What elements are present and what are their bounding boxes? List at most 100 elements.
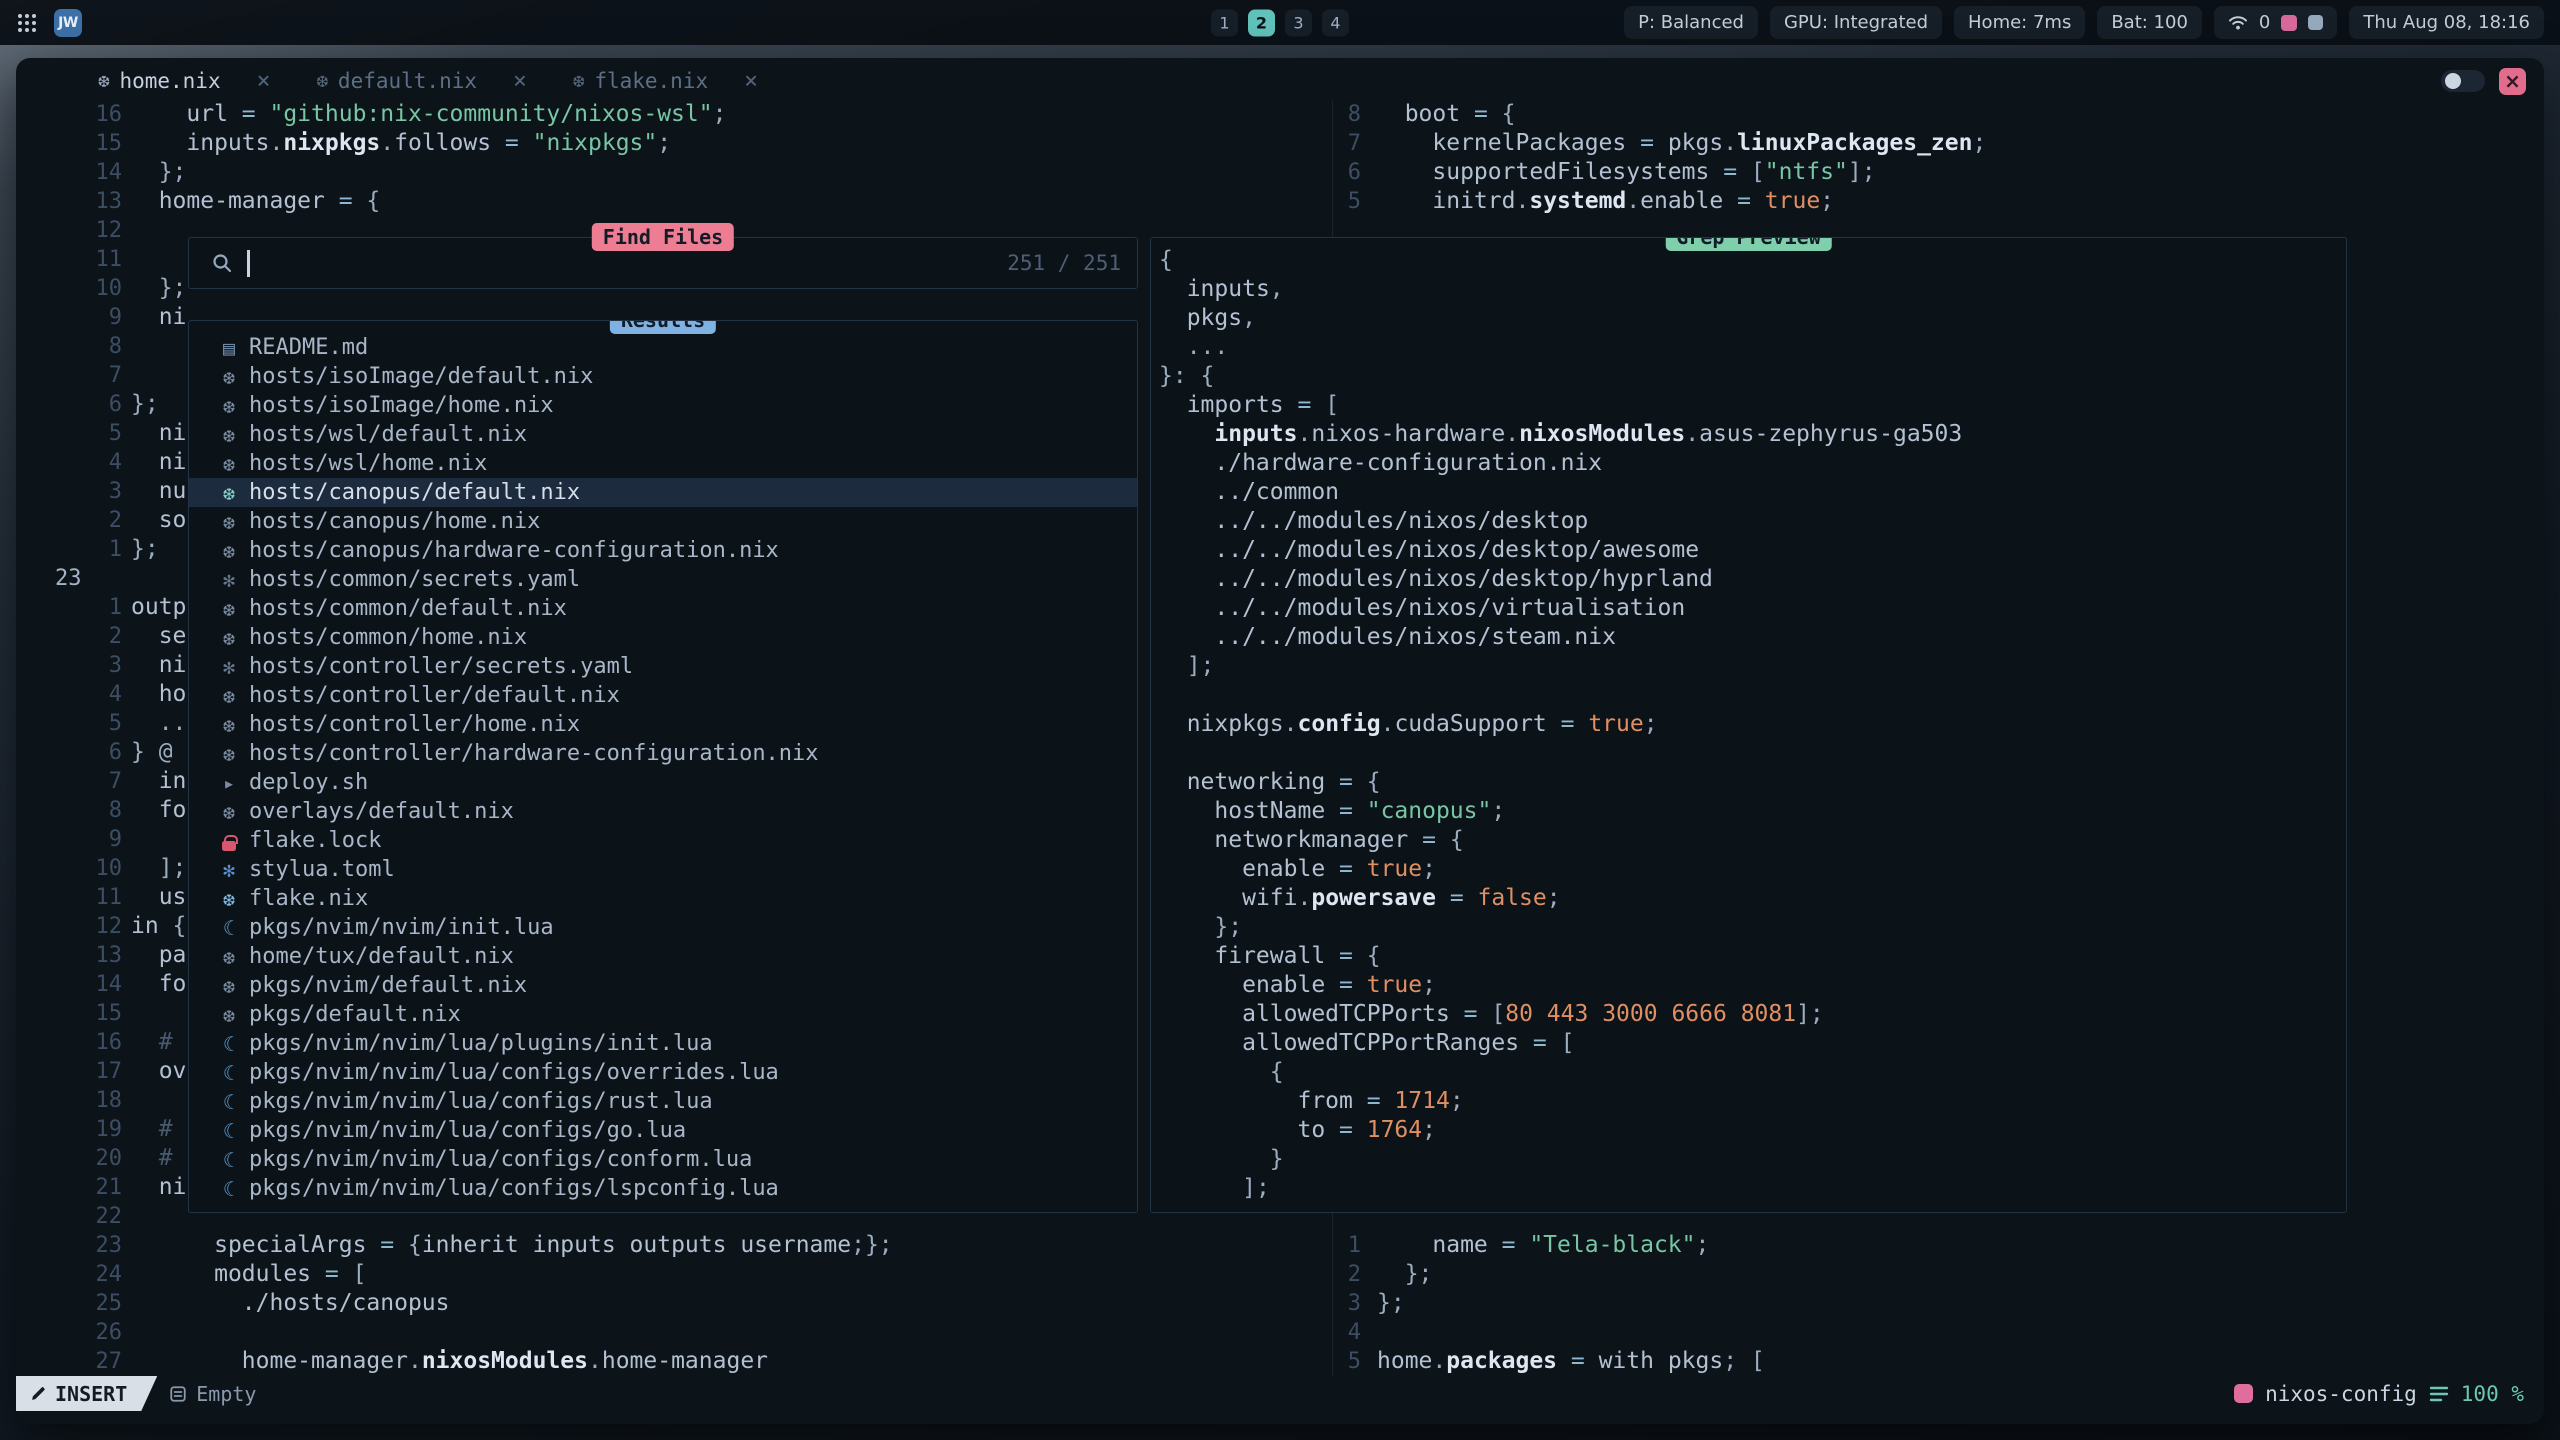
status-segments: P: BalancedGPU: IntegratedHome: 7msBat: …: [1624, 6, 2202, 39]
lua-file-icon: ☾: [217, 1148, 241, 1172]
buffer-icon: [169, 1385, 187, 1403]
result-filename: pkgs/nvim/nvim/lua/plugins/init.lua: [249, 1031, 713, 1056]
toggle-knob: [2445, 73, 2461, 89]
result-item[interactable]: ❆hosts/common/home.nix: [189, 623, 1137, 652]
nix-file-icon: ❆: [217, 365, 241, 389]
nix-file-icon: ❆: [217, 945, 241, 969]
result-item[interactable]: ❆hosts/isoImage/home.nix: [189, 391, 1137, 420]
code-line: [1159, 681, 2346, 710]
workspace-button-2[interactable]: 2: [1248, 9, 1275, 36]
workspace-button-4[interactable]: 4: [1322, 9, 1349, 36]
result-filename: hosts/controller/hardware-configuration.…: [249, 741, 819, 766]
line-number: 3: [16, 651, 122, 680]
result-item[interactable]: ❆hosts/canopus/home.nix: [189, 507, 1137, 536]
result-item[interactable]: ☾pkgs/nvim/nvim/lua/configs/go.lua: [189, 1116, 1137, 1145]
line-number: 15: [16, 999, 122, 1028]
mode-indicator: INSERT: [16, 1376, 157, 1411]
lua-file-icon: ☾: [217, 1119, 241, 1143]
tab-close-icon[interactable]: ×: [513, 68, 527, 94]
result-item[interactable]: ❆pkgs/default.nix: [189, 1000, 1137, 1029]
wifi-icon[interactable]: [2228, 14, 2248, 31]
line-number: 3: [1333, 1289, 1361, 1318]
code-line: ...: [1159, 333, 2346, 362]
result-item[interactable]: ▤README.md: [189, 333, 1137, 362]
text-cursor: [247, 250, 250, 277]
telescope-prompt-window[interactable]: Find Files 251 / 251: [188, 237, 1138, 289]
code-line: inputs.nixos-hardware.nixosModules.asus-…: [1159, 420, 2346, 449]
result-item[interactable]: ☾pkgs/nvim/nvim/lua/plugins/init.lua: [189, 1029, 1137, 1058]
result-item[interactable]: ☾ pkgs/nvim/nvim/init.lua: [189, 913, 1137, 942]
tab-flake.nix[interactable]: ❆flake.nix×: [573, 68, 758, 94]
result-item[interactable]: ❆overlays/default.nix: [189, 797, 1137, 826]
result-item[interactable]: ❆flake.nix: [189, 884, 1137, 913]
code-line: 5home.packages = with pkgs; [: [1333, 1347, 2544, 1376]
line-number: 8: [16, 796, 122, 825]
result-item[interactable]: ✻hosts/controller/secrets.yaml: [189, 652, 1137, 681]
app-launcher-icon[interactable]: [16, 12, 38, 34]
code-line: 3};: [1333, 1289, 2544, 1318]
code-line: ../common: [1159, 478, 2346, 507]
result-filename: README.md: [249, 335, 368, 360]
lua-file-icon: ☾: [217, 916, 241, 940]
result-item[interactable]: ☾pkgs/nvim/nvim/lua/configs/lspconfig.lu…: [189, 1174, 1137, 1203]
line-number: 4: [1333, 1318, 1361, 1347]
result-item[interactable]: ❆hosts/common/default.nix: [189, 594, 1137, 623]
nix-file-icon: ❆: [217, 684, 241, 708]
project-icon: [2234, 1384, 2253, 1403]
result-item[interactable]: ☾pkgs/nvim/nvim/lua/configs/overrides.lu…: [189, 1058, 1137, 1087]
code-line: 1 name = "Tela-black";: [1333, 1231, 2544, 1260]
tray-pink-icon[interactable]: [2281, 15, 2297, 31]
result-filename: hosts/wsl/home.nix: [249, 451, 487, 476]
result-item[interactable]: ☾pkgs/nvim/nvim/lua/configs/conform.lua: [189, 1145, 1137, 1174]
result-item[interactable]: ❆home/tux/default.nix: [189, 942, 1137, 971]
gearb-file-icon: ✻: [217, 858, 241, 882]
tab-close-icon[interactable]: ×: [257, 68, 271, 94]
result-item[interactable]: ❆hosts/canopus/default.nix: [189, 478, 1137, 507]
tab-home.nix[interactable]: ❆home.nix×: [98, 68, 270, 94]
workspace-button-3[interactable]: 3: [1285, 9, 1312, 36]
result-item[interactable]: ☾pkgs/nvim/nvim/lua/configs/rust.lua: [189, 1087, 1137, 1116]
logo-badge[interactable]: JW: [54, 9, 82, 37]
code-line: 6 supportedFilesystems = ["ntfs"];: [1333, 158, 2544, 187]
toggle-switch[interactable]: [2441, 70, 2485, 92]
result-item[interactable]: flake.lock: [189, 826, 1137, 855]
result-item[interactable]: ❆ hosts/canopus/hardware-configuration.ni…: [189, 536, 1137, 565]
code-line: allowedTCPPortRanges = [: [1159, 1029, 2346, 1058]
result-item[interactable]: ✻stylua.toml: [189, 855, 1137, 884]
line-number: 2: [16, 506, 122, 535]
result-item[interactable]: ▸deploy.sh: [189, 768, 1137, 797]
line-number: 26: [16, 1318, 122, 1347]
statusbar-right: nixos-config 100 %: [2234, 1382, 2544, 1406]
nix-file-icon: ❆: [217, 452, 241, 476]
line-number: 4: [16, 448, 122, 477]
result-filename: hosts/canopus/hardware-configuration.nix: [249, 538, 779, 563]
code-line: 7 kernelPackages = pkgs.linuxPackages_ze…: [1333, 129, 2544, 158]
result-item[interactable]: ❆hosts/controller/default.nix: [189, 681, 1137, 710]
result-item[interactable]: ❆hosts/controller/hardware-configuration…: [189, 739, 1137, 768]
result-filename: pkgs/nvim/nvim/lua/configs/overrides.lua: [249, 1060, 779, 1085]
tray-light-icon[interactable]: [2308, 15, 2323, 30]
result-filename: pkgs/nvim/nvim/init.lua: [249, 915, 554, 940]
result-item[interactable]: ❆ hosts/wsl/home.nix: [189, 449, 1137, 478]
code-line: 24 modules = [: [16, 1260, 1332, 1289]
nix-file-icon: ❆: [217, 539, 241, 563]
topbar-left: JW: [16, 9, 82, 37]
code-line: 27 home-manager.nixosModules.home-manage…: [16, 1347, 1332, 1376]
code-line: ];: [1159, 652, 2346, 681]
code-line: networking = {: [1159, 768, 2346, 797]
result-item[interactable]: ❆hosts/wsl/default.nix: [189, 420, 1137, 449]
result-item[interactable]: ❆hosts/isoImage/default.nix: [189, 362, 1137, 391]
window-close-button[interactable]: ×: [2499, 68, 2526, 95]
code-line: firewall = {: [1159, 942, 2346, 971]
workspace-button-1[interactable]: 1: [1211, 9, 1238, 36]
result-item[interactable]: ❆pkgs/nvim/default.nix: [189, 971, 1137, 1000]
line-number: 3: [16, 477, 122, 506]
line-number: 2: [16, 622, 122, 651]
result-item[interactable]: ✻hosts/common/secrets.yaml: [189, 565, 1137, 594]
line-number: 5: [16, 709, 122, 738]
result-item[interactable]: ❆hosts/controller/home.nix: [189, 710, 1137, 739]
line-number: 16: [16, 1028, 122, 1057]
tab-close-icon[interactable]: ×: [744, 68, 758, 94]
tab-default.nix[interactable]: ❆default.nix×: [316, 68, 526, 94]
result-filename: hosts/canopus/default.nix: [249, 480, 580, 505]
